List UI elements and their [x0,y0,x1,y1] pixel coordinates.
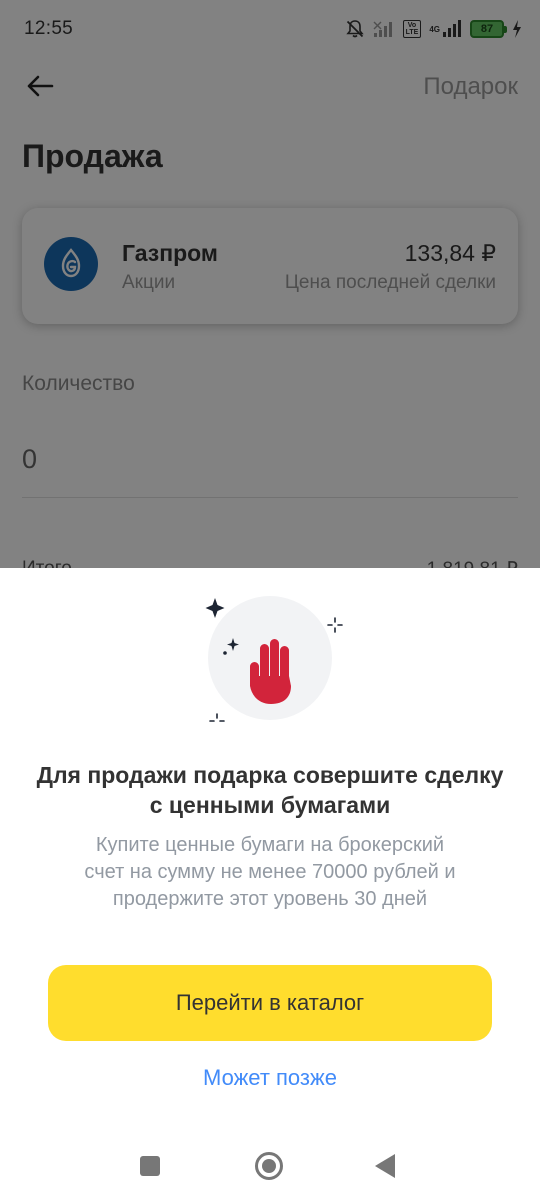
system-nav-bar [0,1132,540,1200]
sheet-illustration [196,583,346,723]
recent-apps-icon[interactable] [140,1156,160,1176]
maybe-later-link[interactable]: Может позже [0,1065,540,1091]
go-to-catalog-button[interactable]: Перейти в каталог [48,965,492,1041]
stop-hand-icon [250,639,291,704]
home-icon[interactable] [255,1152,283,1180]
bottom-sheet: Для продажи подарка совершите сделку с ц… [0,568,540,1200]
sheet-description: Купите ценные бумаги на брокерский счет … [84,834,456,910]
sheet-title: Для продажи подарка совершите сделку с ц… [36,762,504,818]
back-icon[interactable] [375,1154,395,1178]
